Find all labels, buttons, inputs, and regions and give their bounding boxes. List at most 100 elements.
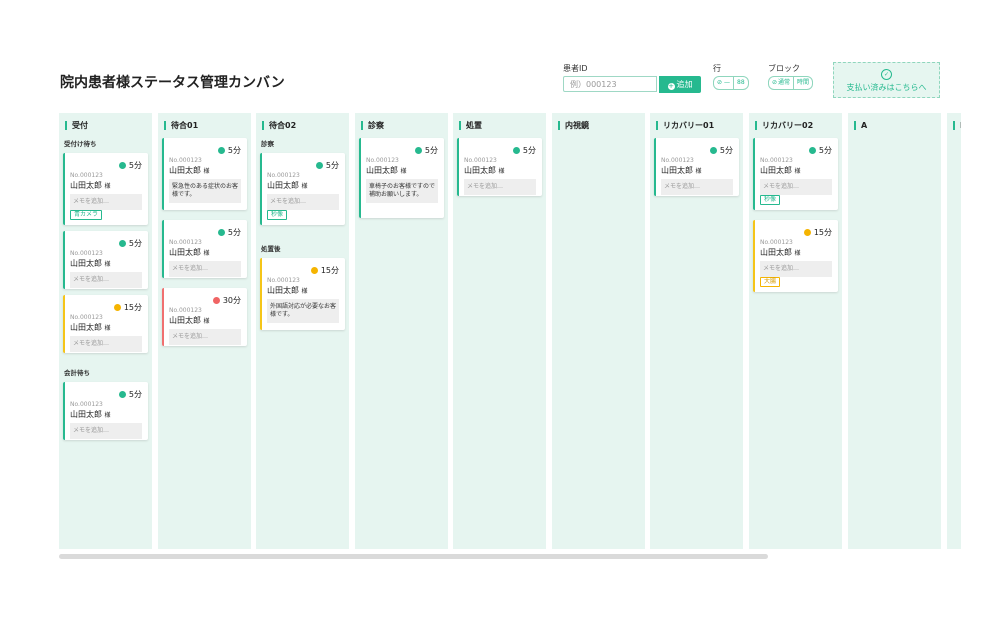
paid-dropzone-button[interactable]: ✓ 支払い済みはこちらへ: [833, 62, 940, 98]
wait-time: 5分: [118, 238, 142, 249]
status-dot-icon: [315, 162, 323, 169]
patient-card[interactable]: 15分 No.000123 山田太郎 様外国語対応が必要なお客様です。: [260, 258, 345, 330]
memo-field[interactable]: 外国語対応が必要なお客様です。: [267, 299, 339, 323]
column-2: 待合02 診察 5分 No.000123 山田太郎 様メモを追加… 秒像 処置後 15分 No.…: [256, 113, 349, 549]
patient-card[interactable]: 5分 No.000123 山田太郎 様メモを追加… 青カメラ: [63, 153, 148, 225]
group-label: 会計待ち: [64, 369, 90, 377]
patient-card[interactable]: 5分 No.000123 山田太郎 様車椅子のお客様ですので補助お願いします。: [359, 138, 444, 218]
patient-number: No.000123: [464, 157, 497, 164]
patient-number: No.000123: [70, 172, 103, 179]
memo-field[interactable]: 緊急性のある症状のお客様です。: [169, 179, 241, 203]
column-title: 受付: [65, 121, 88, 130]
memo-field[interactable]: メモを追加…: [267, 194, 339, 210]
patient-card[interactable]: 5分 No.000123 山田太郎 様メモを追加…: [63, 382, 148, 440]
check-circle-icon: ✓: [881, 69, 892, 80]
memo-field[interactable]: メモを追加…: [70, 272, 142, 288]
patient-name: 山田太郎 様: [70, 181, 111, 190]
patient-id-input[interactable]: 例）000123: [563, 76, 657, 92]
row-toggle-grid[interactable]: 88: [734, 77, 748, 89]
patient-card[interactable]: 5分 No.000123 山田太郎 様メモを追加…: [457, 138, 542, 196]
wait-time: 5分: [414, 145, 438, 156]
memo-field[interactable]: メモを追加…: [661, 179, 733, 195]
card-tag: 大腸: [760, 277, 781, 287]
patient-card[interactable]: 5分 No.000123 山田太郎 様緊急性のある症状のお客様です。: [162, 138, 247, 210]
column-8: A: [848, 113, 941, 549]
memo-field[interactable]: 車椅子のお客様ですので補助お願いします。: [366, 179, 438, 203]
group-label: 診察: [261, 140, 274, 148]
patient-number: No.000123: [760, 157, 793, 164]
patient-card[interactable]: 30分 No.000123 山田太郎 様メモを追加…: [162, 288, 247, 346]
memo-field[interactable]: メモを追加…: [169, 261, 241, 277]
memo-field[interactable]: メモを追加…: [760, 261, 832, 277]
status-dot-icon: [212, 297, 220, 304]
block-toggle-time[interactable]: 時間: [794, 77, 812, 89]
column-1: 待合01 5分 No.000123 山田太郎 様緊急性のある症状のお客様です。 5分 No…: [158, 113, 251, 549]
column-title: 診察: [361, 121, 384, 130]
patient-card[interactable]: 5分 No.000123 山田太郎 様メモを追加…: [654, 138, 739, 196]
patient-name: 山田太郎 様: [70, 410, 111, 419]
block-toggle-normal[interactable]: ⊘通常: [769, 77, 793, 89]
status-dot-icon: [113, 304, 121, 311]
patient-name: 山田太郎 様: [169, 316, 210, 325]
patient-number: No.000123: [70, 401, 103, 408]
row-label: 行: [713, 64, 721, 73]
patient-name: 山田太郎 様: [169, 248, 210, 257]
memo-field[interactable]: メモを追加…: [464, 179, 536, 195]
column-7: リカバリー02 5分 No.000123 山田太郎 様メモを追加… 秒像 15分 No.00…: [749, 113, 842, 549]
memo-field[interactable]: メモを追加…: [70, 423, 142, 439]
memo-field[interactable]: メモを追加…: [70, 336, 142, 352]
column-title: A: [854, 121, 867, 130]
wait-time: 5分: [709, 145, 733, 156]
wait-time: 15分: [310, 265, 339, 276]
patient-card[interactable]: 5分 No.000123 山田太郎 様メモを追加… 秒像: [753, 138, 838, 210]
column-4: 処置 5分 No.000123 山田太郎 様メモを追加…: [453, 113, 546, 549]
wait-time: 5分: [512, 145, 536, 156]
block-toggle[interactable]: ⊘通常 時間: [768, 76, 814, 90]
patient-number: No.000123: [70, 314, 103, 321]
column-title: 処置: [459, 121, 482, 130]
column-title: リカバリー02: [755, 121, 813, 130]
wait-time: 5分: [217, 227, 241, 238]
column-title: リカバリー01: [656, 121, 714, 130]
patient-card[interactable]: 5分 No.000123 山田太郎 様メモを追加… 秒像: [260, 153, 345, 225]
memo-field[interactable]: メモを追加…: [70, 194, 142, 210]
memo-field[interactable]: メモを追加…: [169, 329, 241, 345]
column-title: 内視鏡: [558, 121, 589, 130]
status-dot-icon: [512, 147, 520, 154]
status-dot-icon: [118, 391, 126, 398]
patient-card[interactable]: 15分 No.000123 山田太郎 様メモを追加…: [63, 295, 148, 353]
wait-time: 5分: [315, 160, 339, 171]
column-5: 内視鏡: [552, 113, 645, 549]
wait-time: 5分: [808, 145, 832, 156]
patient-name: 山田太郎 様: [366, 166, 407, 175]
row-toggle-list[interactable]: ⊘ —: [714, 77, 733, 89]
patient-name: 山田太郎 様: [267, 286, 308, 295]
column-title: 待合01: [164, 121, 198, 130]
wait-time: 5分: [118, 160, 142, 171]
memo-field[interactable]: メモを追加…: [760, 179, 832, 195]
status-dot-icon: [310, 267, 318, 274]
patient-card[interactable]: 15分 No.000123 山田太郎 様メモを追加… 大腸: [753, 220, 838, 292]
card-tag: 秒像: [267, 210, 288, 220]
page-title: 院内患者様ステータス管理カンバン: [60, 75, 285, 91]
wait-time: 15分: [113, 302, 142, 313]
patient-name: 山田太郎 様: [661, 166, 702, 175]
status-dot-icon: [217, 229, 225, 236]
group-label: 受付け待ち: [64, 140, 97, 148]
horizontal-scrollbar[interactable]: [59, 554, 768, 559]
status-dot-icon: [803, 229, 811, 236]
row-toggle[interactable]: ⊘ — 88: [713, 76, 749, 90]
status-dot-icon: [118, 162, 126, 169]
status-dot-icon: [709, 147, 717, 154]
patient-card[interactable]: 5分 No.000123 山田太郎 様メモを追加…: [162, 220, 247, 278]
patient-card[interactable]: 5分 No.000123 山田太郎 様メモを追加…: [63, 231, 148, 289]
add-button[interactable]: + 追加: [659, 76, 701, 93]
wait-time: 15分: [803, 227, 832, 238]
card-tag: 青カメラ: [70, 210, 103, 220]
patient-number: No.000123: [169, 239, 202, 246]
status-dot-icon: [414, 147, 422, 154]
patient-name: 山田太郎 様: [267, 181, 308, 190]
patient-name: 山田太郎 様: [760, 248, 801, 257]
plus-icon: +: [667, 82, 675, 90]
patient-name: 山田太郎 様: [760, 166, 801, 175]
